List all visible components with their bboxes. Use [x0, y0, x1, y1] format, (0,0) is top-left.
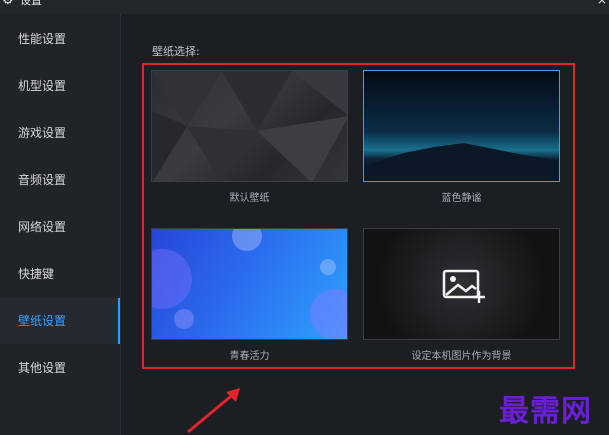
- sidebar-item-label: 音频设置: [18, 173, 67, 187]
- sidebar-item-performance[interactable]: 性能设置: [0, 16, 120, 62]
- sidebar-item-label: 网络设置: [18, 220, 67, 234]
- settings-sidebar: 性能设置 机型设置 游戏设置 音频设置 网络设置 快捷键 壁纸设置 其他设置: [0, 14, 121, 435]
- sidebar-item-label: 性能设置: [18, 32, 67, 46]
- sidebar-item-label: 游戏设置: [18, 126, 67, 140]
- bubble-shape: [152, 249, 192, 309]
- sidebar-item-audio[interactable]: 音频设置: [0, 157, 120, 203]
- arrow-annotation: [187, 388, 240, 434]
- title-bar: ⚙ 设置 ×: [0, 0, 609, 14]
- geometric-pattern: [152, 71, 347, 181]
- wallpaper-default-caption: 默认壁纸: [229, 193, 270, 204]
- wallpaper-blue-caption: 蓝色静谧: [441, 193, 482, 204]
- sidebar-item-label: 壁纸设置: [18, 314, 67, 328]
- sidebar-item-other[interactable]: 其他设置: [0, 345, 120, 391]
- sidebar-item-device[interactable]: 机型设置: [0, 63, 120, 109]
- wallpaper-youth-thumb[interactable]: [151, 228, 348, 340]
- mountain-silhouette: [364, 143, 559, 181]
- bubble-shape: [174, 309, 194, 329]
- bubble-shape: [320, 259, 336, 275]
- sidebar-item-network[interactable]: 网络设置: [0, 204, 120, 250]
- window-title: 设置: [20, 0, 42, 7]
- wallpaper-youth-caption: 青春活力: [229, 351, 270, 362]
- sidebar-item-game[interactable]: 游戏设置: [0, 110, 120, 156]
- sidebar-item-wallpaper[interactable]: 壁纸设置: [0, 298, 120, 344]
- wallpaper-default-thumb[interactable]: [151, 70, 348, 182]
- wallpaper-custom-caption: 设定本机图片作为背景: [411, 351, 512, 362]
- section-title: 壁纸选择:: [152, 45, 200, 58]
- close-icon[interactable]: ×: [597, 0, 607, 7]
- wallpaper-blue-thumb[interactable]: [363, 70, 560, 182]
- gear-icon: ⚙: [2, 0, 14, 8]
- bubble-shape: [232, 229, 262, 251]
- wallpaper-custom-thumb[interactable]: [363, 228, 560, 340]
- watermark-text: 最需网: [499, 394, 592, 429]
- sidebar-item-label: 其他设置: [18, 361, 67, 375]
- sidebar-item-shortcuts[interactable]: 快捷键: [0, 251, 120, 297]
- sidebar-item-label: 快捷键: [18, 267, 55, 281]
- add-image-icon: [442, 269, 485, 303]
- sidebar-item-label: 机型设置: [18, 79, 67, 93]
- bubble-shape: [310, 289, 347, 339]
